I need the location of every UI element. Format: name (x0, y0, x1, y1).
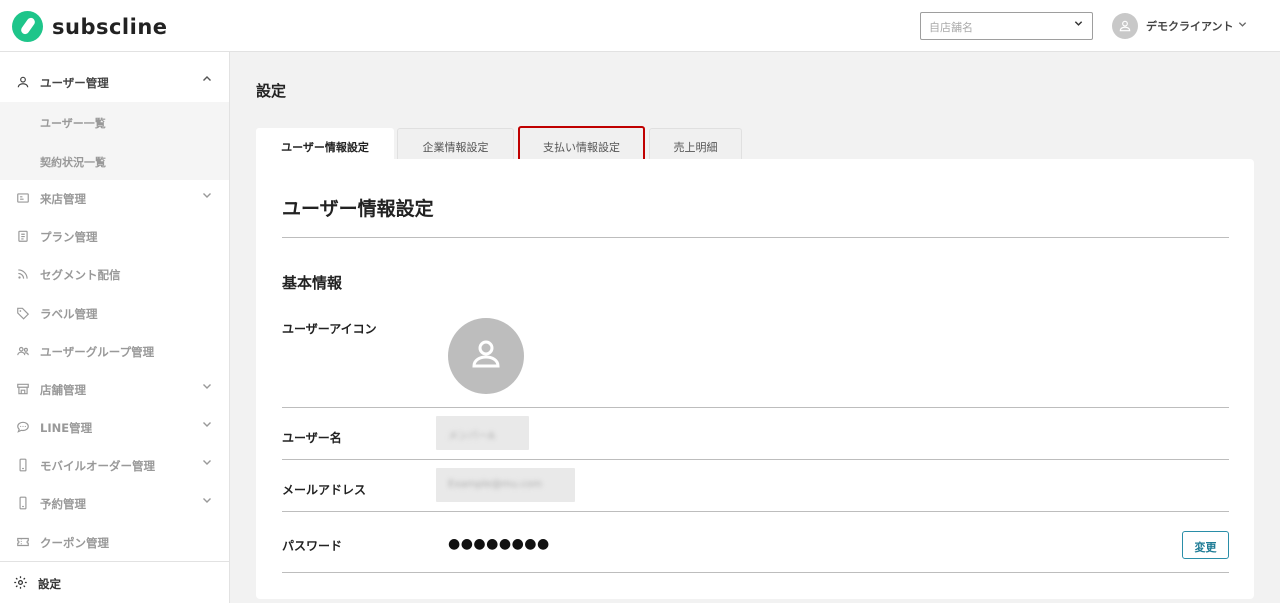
divider (282, 237, 1229, 238)
tab-label: ユーザー情報設定 (281, 141, 369, 154)
sidebar-item-settings[interactable]: 設定 (0, 561, 229, 603)
clipboard-icon (18, 230, 28, 242)
sidebar-item-label: モバイルオーダー管理 (40, 459, 155, 473)
group-icon (17, 346, 29, 356)
chat-bubble-icon (17, 421, 29, 433)
section-title: 基本情報 (282, 274, 343, 292)
sidebar-item-visit-mgmt[interactable]: 来店管理 (0, 179, 229, 217)
user-icon-label: ユーザーアイコン (282, 322, 377, 336)
top-header: subscline 自店舗名 デモクライアント (0, 0, 1280, 52)
chevron-down-icon (202, 457, 212, 470)
username-label: ユーザー名 (282, 431, 342, 445)
smartphone-icon (19, 458, 27, 472)
user-avatar-upload[interactable] (448, 318, 524, 394)
sidebar-item-label: ユーザーグループ管理 (40, 345, 155, 359)
smartphone-icon (19, 496, 27, 510)
sidebar-item-label: ラベル管理 (40, 307, 98, 321)
logo[interactable]: subscline (12, 11, 168, 42)
tag-icon (17, 307, 30, 320)
username-value: メンバーA (436, 416, 529, 450)
sidebar-item-store-mgmt[interactable]: 店舗管理 (0, 370, 229, 408)
sidebar-item-coupon[interactable]: クーポン管理 (0, 523, 229, 561)
tab-sales-details[interactable]: 売上明細 (649, 128, 742, 160)
person-icon (472, 340, 500, 368)
coupon-icon (17, 537, 29, 547)
sidebar-item-label: LINE管理 (40, 421, 93, 435)
chevron-down-icon (202, 495, 212, 508)
card-title: ユーザー情報設定 (282, 198, 434, 220)
sidebar-item-reservation[interactable]: 予約管理 (0, 484, 229, 522)
id-card-icon (17, 193, 29, 203)
divider (282, 407, 1229, 408)
sidebar-item-label: 店舗管理 (40, 383, 86, 397)
gear-icon (14, 576, 27, 589)
sidebar-item-mobile-order[interactable]: モバイルオーダー管理 (0, 446, 229, 484)
chevron-down-icon (202, 419, 212, 432)
sidebar-item-label: セグメント配信 (40, 268, 121, 282)
chevron-down-icon (202, 190, 212, 203)
tab-payment-info[interactable]: 支払い情報設定 (518, 126, 645, 162)
user-avatar-icon (1112, 13, 1138, 39)
logo-text: subscline (52, 14, 168, 39)
store-select-placeholder: 自店舗名 (929, 21, 973, 34)
sidebar-item-plan-mgmt[interactable]: プラン管理 (0, 217, 229, 255)
chevron-down-icon (202, 381, 212, 394)
email-value: Example@mu.com (436, 468, 575, 502)
user-name: デモクライアント (1146, 20, 1234, 33)
sidebar-item-label: 来店管理 (40, 192, 86, 206)
sidebar-item-user-mgmt[interactable]: ユーザー管理 (0, 63, 229, 101)
sidebar-subitem-user-list[interactable]: ユーザー一覧 (0, 102, 229, 141)
settings-card: ユーザー情報設定 基本情報 ユーザーアイコン ユーザー名 メンバーA メールアド… (256, 159, 1254, 599)
store-icon (17, 383, 29, 395)
store-select[interactable]: 自店舗名 (920, 12, 1093, 40)
chevron-down-icon (1238, 20, 1247, 32)
page-title: 設定 (256, 82, 287, 100)
sidebar-item-label-mgmt[interactable]: ラベル管理 (0, 294, 229, 332)
rss-icon (18, 269, 28, 279)
person-icon (17, 76, 29, 88)
password-value: ●●●●●●●● (448, 536, 550, 552)
sidebar-item-label: クーポン管理 (40, 536, 109, 550)
sidebar-item-user-group[interactable]: ユーザーグループ管理 (0, 332, 229, 370)
email-text: Example@mu.com (448, 479, 542, 490)
sidebar-item-label: 設定 (38, 577, 61, 591)
sidebar-subitem-contract-list[interactable]: 契約状況一覧 (0, 141, 229, 180)
divider (282, 459, 1229, 460)
sidebar-item-label: 予約管理 (40, 497, 86, 511)
chevron-up-icon (202, 74, 212, 87)
tab-company-info[interactable]: 企業情報設定 (397, 128, 514, 160)
sidebar-item-label: ユーザー管理 (40, 76, 109, 90)
logo-icon (12, 11, 43, 42)
user-menu[interactable]: デモクライアント (1112, 13, 1247, 39)
tab-label: 支払い情報設定 (543, 141, 620, 154)
tab-label: 売上明細 (673, 141, 718, 154)
sidebar-item-label: プラン管理 (40, 230, 98, 244)
sidebar: ユーザー管理 ユーザー一覧 契約状況一覧 来店管理 プラン管理 セグメント配信 … (0, 52, 230, 603)
divider (282, 572, 1229, 573)
sidebar-item-line-mgmt[interactable]: LINE管理 (0, 408, 229, 446)
sidebar-subitem-label: 契約状況一覧 (40, 156, 106, 169)
tab-label: 企業情報設定 (422, 141, 489, 154)
email-label: メールアドレス (282, 483, 367, 497)
password-label: パスワード (282, 539, 343, 553)
change-password-button[interactable]: 変更 (1182, 531, 1229, 559)
chevron-down-icon (1074, 18, 1083, 31)
tab-user-info[interactable]: ユーザー情報設定 (256, 128, 394, 160)
sidebar-subitem-label: ユーザー一覧 (40, 117, 106, 130)
sidebar-item-segment[interactable]: セグメント配信 (0, 255, 229, 293)
divider (282, 511, 1229, 512)
username-text: メンバーA (448, 431, 495, 442)
